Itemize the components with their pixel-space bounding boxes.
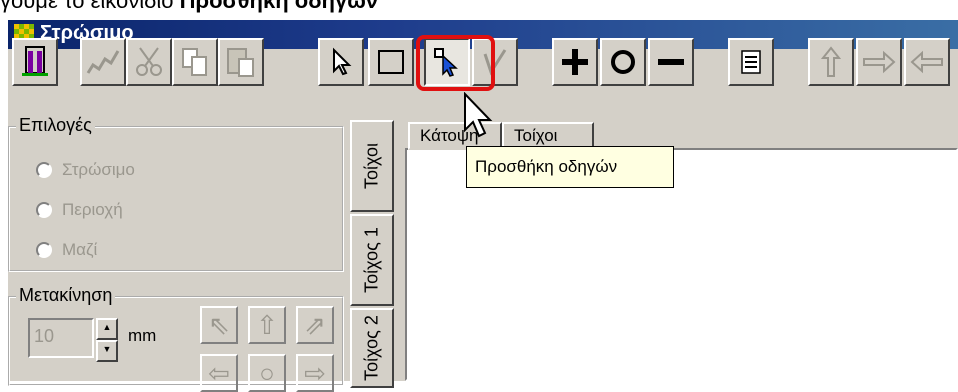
exit-icon — [22, 46, 48, 76]
circle-icon — [611, 50, 635, 74]
spin-up-button[interactable]: ▲ — [96, 318, 118, 340]
move-left-small-button[interactable]: ⇦ — [200, 354, 238, 392]
move-right-small-button[interactable]: ⇨ — [296, 354, 334, 392]
paste-button[interactable] — [218, 38, 264, 86]
radio-option-perioxi[interactable]: Περιοχή — [36, 200, 123, 220]
vtab-label: Τοίχος 2 — [361, 315, 382, 381]
arrow-left-icon: ⇦ — [208, 357, 230, 388]
highlight-box — [416, 35, 495, 91]
right-arrow-icon — [863, 50, 896, 74]
spin-down-button[interactable]: ▼ — [96, 340, 118, 362]
movement-spinner: ▲ ▼ — [96, 318, 118, 362]
circle-center-icon: ○ — [259, 357, 275, 388]
radio-circle — [36, 202, 52, 218]
radio-label: Περιοχή — [62, 200, 123, 219]
caption-text: γούμε το εικονίδιο — [0, 0, 180, 13]
list-button[interactable] — [728, 38, 774, 86]
move-up-left-button[interactable]: ⇖ — [200, 306, 238, 344]
copy-button[interactable] — [172, 38, 218, 86]
caption-bold-text: Προσθήκη οδηγών — [179, 0, 379, 13]
arrow-right-icon: ⇨ — [304, 357, 326, 388]
minus-icon — [658, 59, 684, 65]
movement-group-label: Μετακίνηση — [16, 285, 116, 306]
radio-option-strosimo[interactable]: Στρώσιμο — [36, 160, 135, 180]
options-group-label: Επιλογές — [16, 115, 95, 136]
select-pointer-button[interactable] — [318, 38, 364, 86]
instruction-caption: γούμε το εικονίδιο Προσθήκη οδηγών — [0, 0, 378, 18]
plus-button[interactable] — [552, 38, 598, 86]
arrow-up-right-icon: ⇗ — [304, 309, 326, 340]
up-arrow-icon — [821, 46, 841, 77]
paste-icon — [227, 48, 254, 77]
move-left-button[interactable] — [904, 38, 950, 86]
list-icon — [741, 50, 761, 74]
movement-step-input[interactable]: 10 — [28, 318, 94, 358]
minus-button[interactable] — [648, 38, 694, 86]
draw-button[interactable] — [80, 38, 126, 86]
plus-icon — [562, 49, 588, 75]
move-up-small-button[interactable]: ⇧ — [248, 306, 286, 344]
mouse-cursor-icon — [464, 92, 493, 138]
move-right-button[interactable] — [856, 38, 902, 86]
movement-unit: mm — [128, 326, 157, 345]
move-up-right-button[interactable]: ⇗ — [296, 306, 334, 344]
radio-circle — [36, 162, 52, 178]
vtab-wall-1[interactable]: Τοίχος 1 — [350, 214, 394, 306]
vtab-wall-2[interactable]: Τοίχος 2 — [350, 308, 394, 388]
copy-icon — [182, 48, 207, 76]
arrow-up-left-icon: ⇖ — [208, 309, 230, 340]
radio-circle — [36, 242, 52, 258]
rectangle-button[interactable] — [368, 38, 414, 86]
radio-option-mazi[interactable]: Μαζί — [36, 240, 97, 260]
cut-button[interactable] — [126, 38, 172, 86]
tooltip: Προσθήκη οδηγών — [466, 146, 674, 188]
vtab-walls[interactable]: Τοίχοι — [350, 120, 394, 212]
draw-icon — [86, 50, 120, 74]
left-arrow-icon — [910, 50, 943, 74]
vtab-label: Τοίχος 1 — [361, 227, 382, 293]
move-up-button[interactable] — [808, 38, 854, 86]
circle-button[interactable] — [600, 38, 646, 86]
center-button[interactable]: ○ — [248, 354, 286, 392]
radio-label: Μαζί — [62, 240, 98, 259]
exit-button[interactable] — [12, 38, 58, 86]
radio-label: Στρώσιμο — [62, 160, 135, 179]
arrow-up-icon: ⇧ — [256, 309, 278, 340]
cut-icon — [136, 47, 162, 76]
pointer-icon — [333, 47, 352, 76]
vtab-label: Τοίχοι — [361, 142, 382, 190]
tab-label: Τοίχοι — [514, 126, 558, 145]
rectangle-icon — [378, 50, 404, 74]
